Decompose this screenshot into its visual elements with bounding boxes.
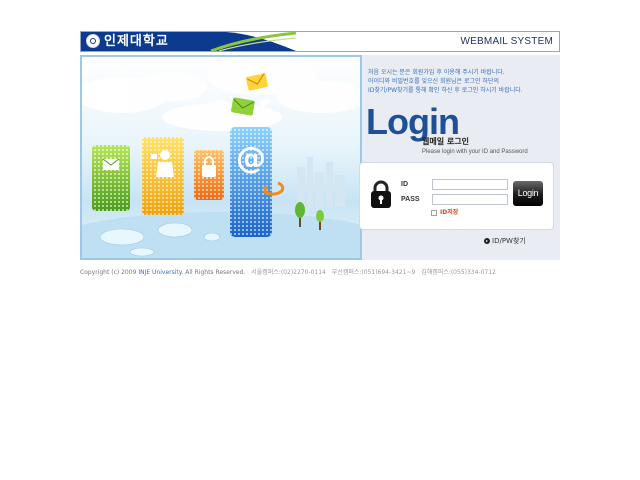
login-subtitle-en: Please login with your ID and Password — [422, 149, 528, 155]
password-label: PASS — [401, 196, 420, 203]
rights-text: All Rights Reserved. — [185, 269, 246, 276]
save-id-label[interactable]: ID저장 — [440, 209, 458, 217]
svg-text:@: @ — [236, 141, 266, 176]
notice-line: 처음 오시는 분은 회원가입 후 이용해 주시기 바랍니다. — [368, 69, 505, 76]
hero-illustration: @ — [80, 55, 362, 260]
university-name: 인제대학교 — [104, 34, 169, 49]
campus-phone-seoul: 서울캠퍼스:(02)2270-0114 — [251, 269, 326, 276]
header-swoosh-graphic — [201, 32, 296, 51]
password-input[interactable] — [432, 194, 508, 205]
university-seal-icon — [86, 34, 100, 48]
footer: Copyright (c) 2009 INJE University. All … — [80, 269, 496, 277]
login-heading: Login — [366, 101, 460, 142]
login-subtitle-kr: 웹메일 로그인 — [422, 137, 469, 146]
campus-phone-busan: 부산캠퍼스:(051)694-3421~9 — [331, 269, 416, 276]
find-id-pw-label[interactable]: ID/PW찾기 — [492, 237, 526, 245]
hero-illustration-graphic: @ — [82, 59, 360, 258]
header-bar: 인제대학교 WEBMAIL SYSTEM — [80, 31, 560, 52]
system-title: WEBMAIL SYSTEM — [460, 36, 553, 47]
login-button[interactable]: Login — [513, 181, 543, 206]
main-panel: @ 처음 오시는 분은 회원가입 후 이용해 주시기 바랍니다. 아이디와 비밀… — [80, 55, 560, 260]
id-input[interactable] — [432, 179, 508, 190]
login-form: ID PASS Login ID저장 — [359, 162, 554, 230]
university-link[interactable]: INJE University. — [138, 269, 183, 276]
copyright-text: Copyright (c) 2009 — [80, 269, 137, 276]
notice-line: 아이디와 비밀번호를 잊으신 회원님은 로그인 하단의 — [368, 78, 499, 85]
notice-line: ID찾기/PW찾기를 통해 확인 하신 후 로그인 하시기 바랍니다. — [368, 87, 523, 94]
login-section: 처음 오시는 분은 회원가입 후 이용해 주시기 바랍니다. 아이디와 비밀번호… — [359, 55, 560, 260]
id-label: ID — [401, 181, 408, 188]
campus-phone-gimhae: 김해캠퍼스:(055)334-0712 — [421, 269, 496, 276]
padlock-icon — [371, 180, 391, 208]
notice-text: 처음 오시는 분은 회원가입 후 이용해 주시기 바랍니다. 아이디와 비밀번호… — [368, 68, 558, 95]
arrow-bullet-icon: ▸ — [484, 238, 490, 244]
find-id-pw-link[interactable]: ▸ ID/PW찾기 — [484, 237, 526, 246]
save-id-checkbox[interactable] — [431, 210, 437, 216]
